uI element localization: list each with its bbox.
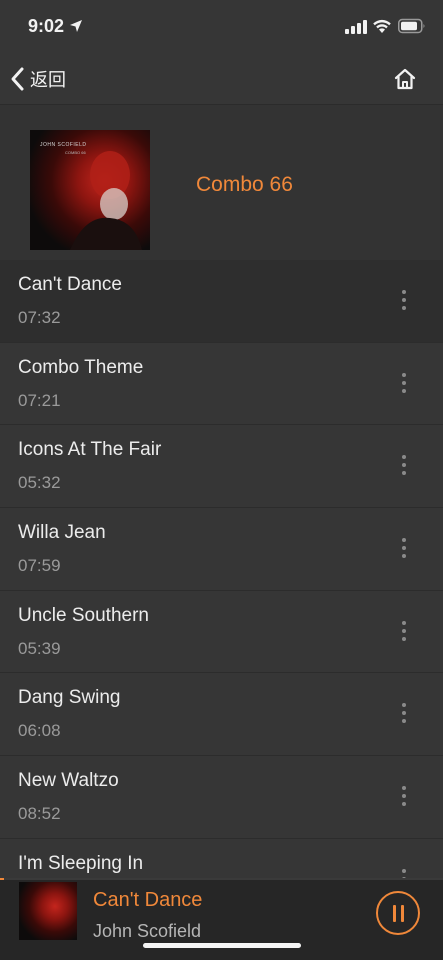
track-item[interactable]: Can't Dance 07:32 [0, 260, 443, 343]
cellular-signal-icon [345, 20, 367, 34]
track-title: Combo Theme [18, 356, 144, 378]
track-item[interactable]: Icons At The Fair 05:32 [0, 425, 443, 509]
more-vertical-icon[interactable] [396, 866, 412, 878]
status-time: 9:02 [28, 16, 65, 36]
back-button-label: 返回 [30, 70, 66, 91]
more-vertical-icon[interactable] [396, 535, 412, 563]
track-title: Can't Dance [18, 274, 122, 295]
track-duration: 08:52 [18, 804, 61, 824]
playback-progress [0, 878, 443, 880]
track-title: Uncle Southern [18, 604, 149, 626]
track-item[interactable]: Dang Swing 06:08 [0, 673, 443, 757]
album-cover-art: JOHN SCOFIELD COMBO 66 [30, 130, 150, 250]
track-duration: 07:21 [18, 390, 61, 410]
track-title: I'm Sleeping In [18, 852, 144, 874]
track-title: Icons At The Fair [18, 439, 162, 461]
home-icon[interactable] [392, 66, 418, 92]
track-item[interactable]: Willa Jean 07:59 [0, 508, 443, 591]
now-playing-title: Can't Dance [93, 889, 203, 911]
navigation-bar: 返回 [0, 54, 443, 105]
more-vertical-icon[interactable] [396, 783, 412, 811]
track-title: New Waltzo [18, 770, 119, 792]
more-vertical-icon[interactable] [396, 287, 412, 315]
location-arrow-icon [70, 20, 82, 32]
now-playing-cover[interactable] [19, 882, 77, 940]
home-indicator [143, 943, 301, 948]
album-title: Combo 66 [196, 173, 293, 196]
track-item[interactable]: Combo Theme 07:21 [0, 342, 443, 426]
track-duration: 06:08 [18, 721, 61, 741]
track-duration: 05:32 [18, 473, 61, 493]
pause-button[interactable] [376, 891, 420, 935]
cover-portrait-illustration [70, 151, 142, 250]
track-item[interactable]: Uncle Southern 05:39 [0, 590, 443, 674]
chevron-left-icon [11, 67, 24, 91]
now-playing-artist: John Scofield [93, 921, 202, 941]
more-vertical-icon[interactable] [396, 452, 412, 480]
album-header: JOHN SCOFIELD COMBO 66 Combo 66 [0, 105, 443, 260]
mini-player[interactable]: Can't Dance John Scofield [0, 878, 443, 960]
back-button[interactable]: 返回 [8, 64, 66, 94]
more-vertical-icon[interactable] [396, 370, 412, 398]
track-duration: 07:59 [18, 556, 61, 576]
wifi-icon [373, 19, 391, 33]
track-title: Dang Swing [18, 687, 121, 709]
track-item[interactable]: I'm Sleeping In [0, 838, 443, 878]
track-title: Willa Jean [18, 522, 106, 544]
more-vertical-icon[interactable] [396, 700, 412, 728]
battery-icon [398, 18, 425, 34]
more-vertical-icon[interactable] [396, 618, 412, 646]
pause-icon [393, 905, 396, 922]
track-list: Can't Dance 07:32 Combo Theme 07:21 Icon… [0, 260, 443, 878]
track-item[interactable]: New Waltzo 08:52 [0, 756, 443, 839]
status-bar: 9:02 [0, 0, 443, 54]
track-duration: 05:39 [18, 638, 61, 658]
playback-progress-fill [0, 878, 5, 880]
track-duration: 07:32 [18, 308, 61, 327]
